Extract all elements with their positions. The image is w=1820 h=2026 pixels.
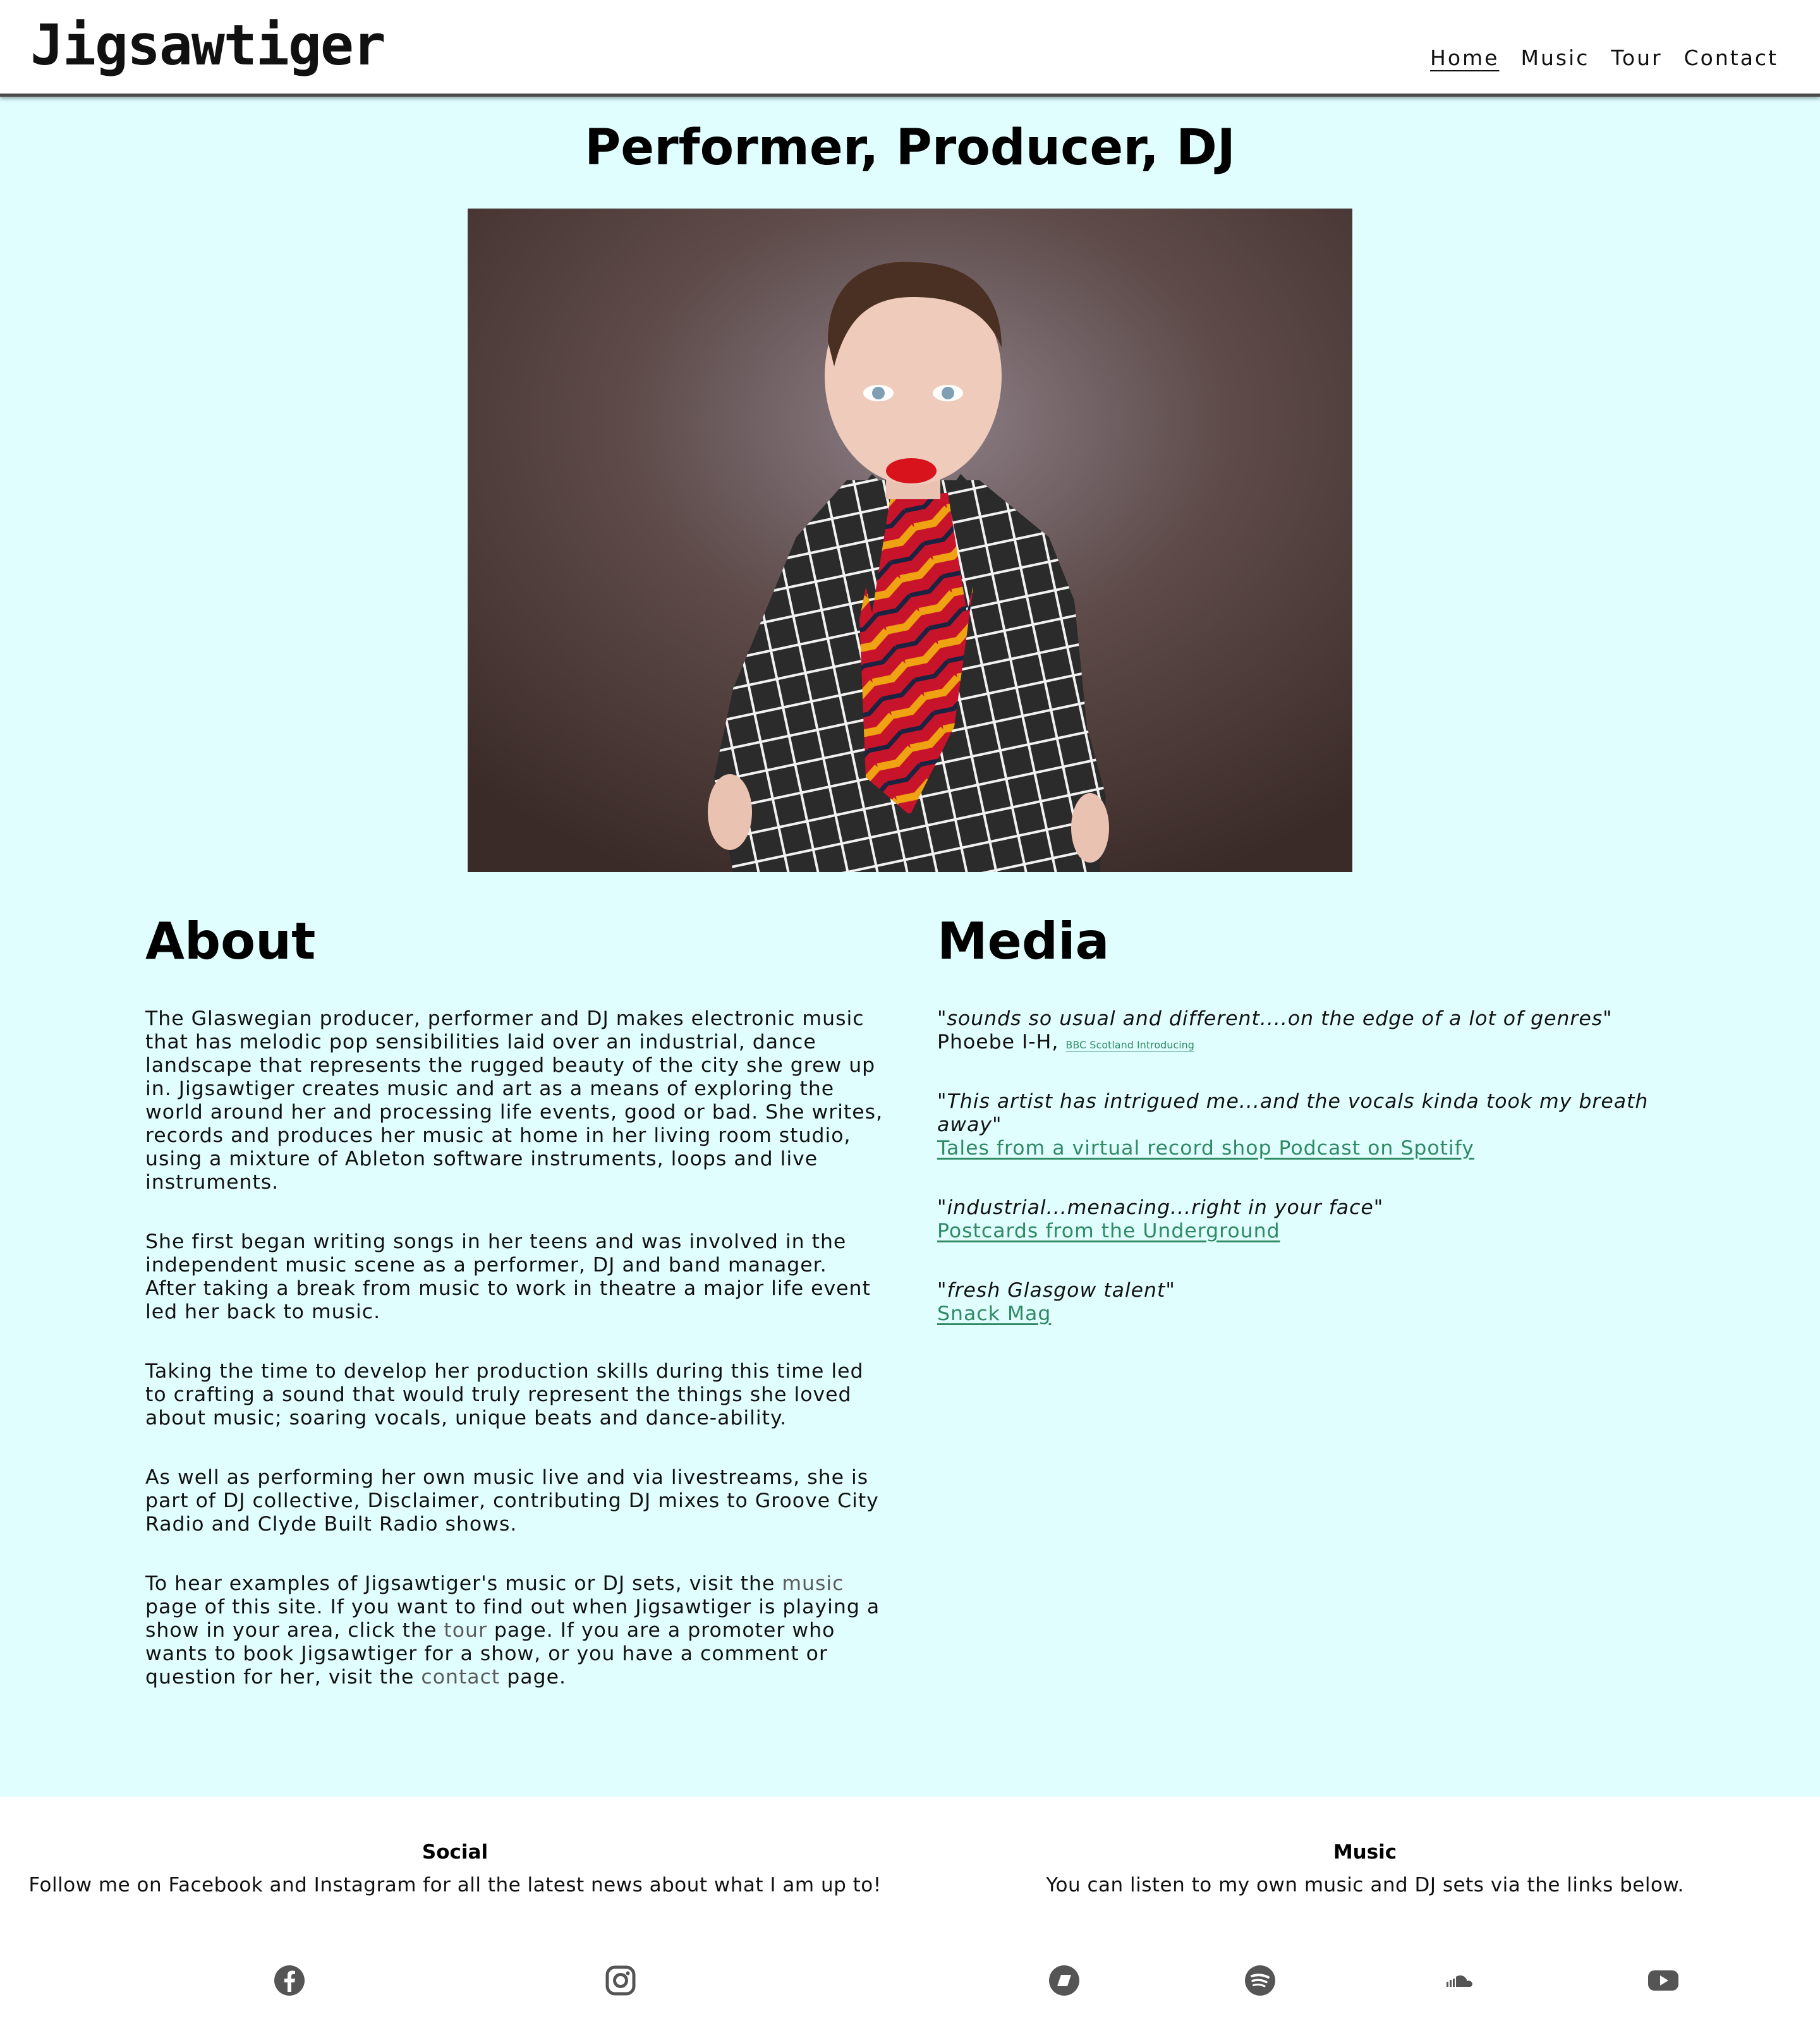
footer-music: Music You can listen to my own music and… bbox=[910, 1841, 1820, 1896]
main-nav: Home Music Tour Contact bbox=[1430, 45, 1778, 70]
footer-music-text: You can listen to my own music and DJ se… bbox=[1046, 1874, 1684, 1896]
media-heading: Media bbox=[937, 912, 1110, 971]
media-quote-1: "sounds so usual and different....on the… bbox=[937, 1007, 1677, 1054]
about-p5-text-d: page. bbox=[500, 1666, 566, 1689]
contact-page-link[interactable]: contact bbox=[421, 1666, 500, 1689]
media-quote-4: "fresh Glasgow talent" Snack Mag bbox=[937, 1279, 1677, 1326]
quote-source-link[interactable]: BBC Scotland Introducing bbox=[1065, 1039, 1194, 1051]
site-logo[interactable]: Jigsawtiger bbox=[30, 13, 386, 78]
about-paragraph-1: The Glaswegian producer, performer and D… bbox=[145, 1007, 883, 1194]
spotify-icon[interactable] bbox=[1244, 1964, 1277, 1997]
page-title: Performer, Producer, DJ bbox=[585, 119, 1235, 176]
about-paragraph-4: As well as performing her own music live… bbox=[145, 1466, 879, 1536]
quote-text: "sounds so usual and different....on the… bbox=[937, 1007, 1613, 1030]
artist-photo-illustration bbox=[468, 209, 1352, 872]
soundcloud-icon[interactable] bbox=[1443, 1964, 1476, 1997]
quote-source-link[interactable]: Postcards from the Underground bbox=[937, 1220, 1280, 1242]
about-paragraph-2: She first began writing songs in her tee… bbox=[145, 1230, 871, 1323]
facebook-icon[interactable] bbox=[273, 1964, 306, 1997]
footer-social-heading: Social bbox=[422, 1841, 488, 1864]
quote-text: "This artist has intrigued me...and the … bbox=[937, 1090, 1649, 1136]
nav-music[interactable]: Music bbox=[1520, 45, 1589, 70]
youtube-icon[interactable] bbox=[1647, 1964, 1680, 1997]
media-quote-2: "This artist has intrigued me...and the … bbox=[937, 1090, 1677, 1160]
music-page-link[interactable]: music bbox=[782, 1572, 844, 1595]
footer-social-text: Follow me on Facebook and Instagram for … bbox=[28, 1874, 882, 1896]
site-header: Jigsawtiger Home Music Tour Contact bbox=[0, 0, 1820, 97]
media-quote-3: "industrial...menacing...right in your f… bbox=[937, 1196, 1677, 1243]
nav-contact[interactable]: Contact bbox=[1684, 45, 1778, 70]
footer-social: Social Follow me on Facebook and Instagr… bbox=[0, 1841, 910, 1896]
quote-text: "industrial...menacing...right in your f… bbox=[937, 1196, 1384, 1219]
quote-source-prefix: Phoebe I-H, bbox=[937, 1031, 1066, 1053]
main-content: Performer, Producer, DJ About The Glaswe… bbox=[0, 97, 1820, 1797]
tour-page-link[interactable]: tour bbox=[444, 1619, 487, 1642]
bandcamp-icon[interactable] bbox=[1048, 1964, 1081, 1997]
nav-tour[interactable]: Tour bbox=[1611, 45, 1662, 70]
quote-source-link[interactable]: Tales from a virtual record shop Podcast… bbox=[937, 1137, 1474, 1160]
footer-music-heading: Music bbox=[1333, 1841, 1397, 1864]
quote-source-link[interactable]: Snack Mag bbox=[937, 1302, 1051, 1325]
media-section: Media "sounds so usual and different....… bbox=[937, 912, 1677, 1362]
artist-photo bbox=[468, 209, 1352, 872]
about-paragraph-5: To hear examples of Jigsawtiger's music … bbox=[145, 1572, 885, 1689]
about-p5-text-a: To hear examples of Jigsawtiger's music … bbox=[145, 1572, 782, 1595]
nav-home[interactable]: Home bbox=[1430, 45, 1499, 70]
instagram-icon[interactable] bbox=[604, 1964, 637, 1997]
about-paragraph-3: Taking the time to develop her productio… bbox=[145, 1360, 864, 1429]
quote-text: "fresh Glasgow talent" bbox=[937, 1279, 1175, 1302]
about-section: About The Glaswegian producer, performer… bbox=[145, 912, 885, 1725]
about-heading: About bbox=[145, 912, 316, 971]
